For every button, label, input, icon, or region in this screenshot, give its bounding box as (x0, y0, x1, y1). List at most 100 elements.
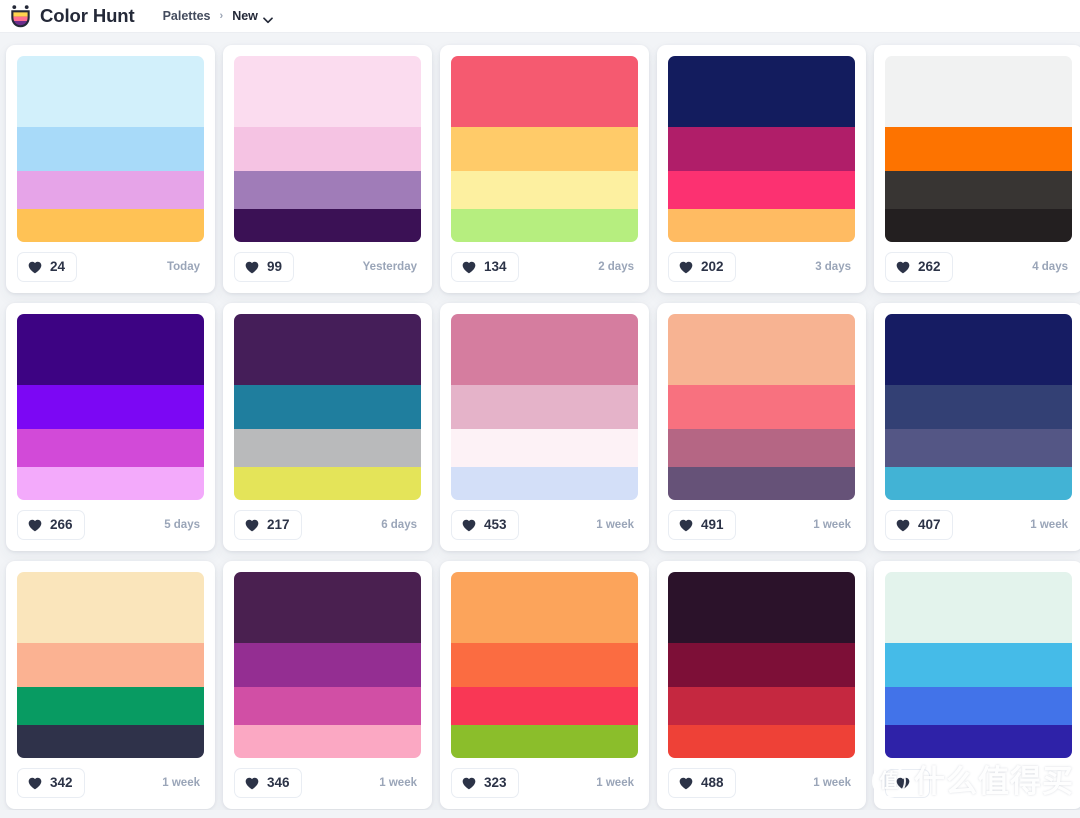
palette-card[interactable]: 217 6 days (223, 303, 432, 551)
palette-swatch[interactable] (234, 314, 421, 385)
palette-swatch[interactable] (668, 126, 855, 172)
palette-swatch[interactable] (17, 687, 204, 725)
palette-swatch[interactable] (668, 466, 855, 500)
palette-swatch[interactable] (451, 572, 638, 643)
palette-swatch[interactable] (451, 208, 638, 242)
palette-swatch[interactable] (885, 466, 1072, 500)
palette-swatch[interactable] (668, 724, 855, 758)
palette-swatch[interactable] (885, 171, 1072, 209)
palette-swatch[interactable] (451, 429, 638, 467)
palette-swatch[interactable] (17, 208, 204, 242)
palette-swatches[interactable] (234, 572, 421, 758)
palette-swatch[interactable] (234, 56, 421, 127)
palette-swatch[interactable] (234, 687, 421, 725)
palette-swatches[interactable] (885, 572, 1072, 758)
palette-swatch[interactable] (234, 724, 421, 758)
palette-swatch[interactable] (234, 384, 421, 430)
palette-swatch[interactable] (234, 642, 421, 688)
palette-swatches[interactable] (451, 56, 638, 242)
palette-swatch[interactable] (451, 171, 638, 209)
palette-swatch[interactable] (234, 429, 421, 467)
palette-card[interactable]: 407 1 week (874, 303, 1080, 551)
palette-swatches[interactable] (885, 56, 1072, 242)
palette-swatch[interactable] (17, 384, 204, 430)
brand-home-link[interactable]: Color Hunt (10, 4, 135, 28)
palette-swatch[interactable] (451, 56, 638, 127)
palette-swatch[interactable] (885, 724, 1072, 758)
palette-swatch[interactable] (668, 642, 855, 688)
palette-swatches[interactable] (234, 56, 421, 242)
like-button[interactable]: 453 (451, 510, 519, 540)
palette-swatches[interactable] (668, 572, 855, 758)
palette-swatch[interactable] (668, 171, 855, 209)
palette-swatch[interactable] (17, 56, 204, 127)
like-button[interactable]: 24 (17, 252, 78, 282)
palette-swatch[interactable] (668, 384, 855, 430)
palette-card[interactable]: 99 Yesterday (223, 45, 432, 293)
palette-card[interactable]: 453 1 week (440, 303, 649, 551)
palette-swatch[interactable] (885, 429, 1072, 467)
palette-swatch[interactable] (668, 56, 855, 127)
palette-swatch[interactable] (451, 466, 638, 500)
palette-swatch[interactable] (17, 466, 204, 500)
like-button[interactable] (885, 768, 930, 798)
palette-card[interactable]: 262 4 days (874, 45, 1080, 293)
breadcrumb-new-dropdown[interactable]: New (232, 9, 273, 24)
palette-swatches[interactable] (17, 56, 204, 242)
palette-card[interactable]: 266 5 days (6, 303, 215, 551)
palette-swatch[interactable] (885, 687, 1072, 725)
palette-swatch[interactable] (234, 208, 421, 242)
palette-swatch[interactable] (668, 208, 855, 242)
breadcrumb-palettes[interactable]: Palettes (163, 9, 211, 23)
palette-card[interactable]: 488 1 week (657, 561, 866, 809)
like-button[interactable]: 346 (234, 768, 302, 798)
palette-swatch[interactable] (885, 126, 1072, 172)
palette-swatch[interactable] (451, 314, 638, 385)
like-button[interactable]: 323 (451, 768, 519, 798)
palette-swatch[interactable] (17, 314, 204, 385)
palette-swatch[interactable] (17, 429, 204, 467)
palette-card[interactable]: 491 1 week (657, 303, 866, 551)
like-button[interactable]: 491 (668, 510, 736, 540)
like-button[interactable]: 134 (451, 252, 519, 282)
like-button[interactable]: 342 (17, 768, 85, 798)
palette-swatch[interactable] (668, 314, 855, 385)
palette-swatch[interactable] (451, 384, 638, 430)
palette-swatch[interactable] (234, 572, 421, 643)
palette-card[interactable]: 342 1 week (6, 561, 215, 809)
palette-card[interactable]: 346 1 week (223, 561, 432, 809)
palette-swatch[interactable] (451, 687, 638, 725)
palette-swatch[interactable] (17, 572, 204, 643)
palette-swatch[interactable] (17, 642, 204, 688)
palette-swatches[interactable] (17, 572, 204, 758)
like-button[interactable]: 262 (885, 252, 953, 282)
palette-card[interactable]: 24 Today (6, 45, 215, 293)
palette-swatch[interactable] (885, 56, 1072, 127)
like-button[interactable]: 266 (17, 510, 85, 540)
palette-swatches[interactable] (17, 314, 204, 500)
palette-swatches[interactable] (451, 572, 638, 758)
palette-swatch[interactable] (17, 724, 204, 758)
palette-swatch[interactable] (668, 687, 855, 725)
like-button[interactable]: 99 (234, 252, 295, 282)
palette-swatches[interactable] (451, 314, 638, 500)
like-button[interactable]: 202 (668, 252, 736, 282)
palette-swatch[interactable] (668, 572, 855, 643)
palette-swatch[interactable] (451, 126, 638, 172)
palette-swatch[interactable] (885, 314, 1072, 385)
palette-swatch[interactable] (17, 171, 204, 209)
palette-swatch[interactable] (451, 724, 638, 758)
palette-card[interactable]: 134 2 days (440, 45, 649, 293)
palette-swatch[interactable] (234, 171, 421, 209)
palette-swatch[interactable] (885, 642, 1072, 688)
palette-swatch[interactable] (234, 126, 421, 172)
palette-card[interactable]: 323 1 week (440, 561, 649, 809)
palette-swatch[interactable] (885, 208, 1072, 242)
palette-swatch[interactable] (885, 572, 1072, 643)
palette-swatches[interactable] (668, 314, 855, 500)
palette-card[interactable] (874, 561, 1080, 809)
palette-card[interactable]: 202 3 days (657, 45, 866, 293)
palette-swatch[interactable] (668, 429, 855, 467)
palette-swatches[interactable] (885, 314, 1072, 500)
palette-swatches[interactable] (668, 56, 855, 242)
